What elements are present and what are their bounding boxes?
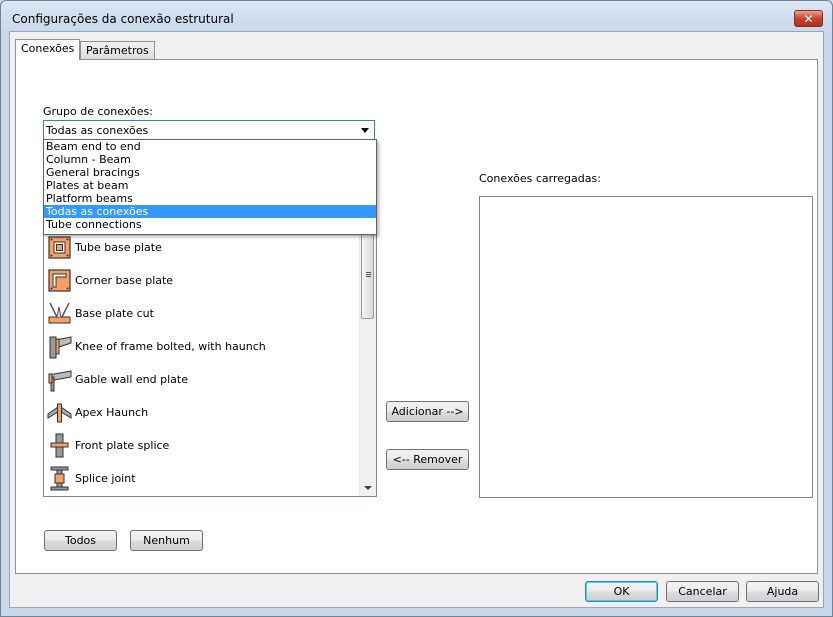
title-bar: Configurações da conexão estrutural ✕: [1, 1, 832, 31]
item-label: Apex Haunch: [75, 406, 149, 419]
connections-panel: Grupo de conexões: Todas as conexões Tub…: [15, 59, 818, 574]
tube-base-plate-icon: [48, 236, 71, 259]
list-item[interactable]: Corner base plate: [47, 268, 357, 294]
dropdown-option[interactable]: Tube connections: [44, 218, 376, 231]
corner-base-plate-icon: [48, 269, 71, 292]
group-combobox[interactable]: Todas as conexões: [43, 120, 375, 140]
dropdown-option[interactable]: Plates at beam: [44, 179, 376, 192]
item-label: Front plate splice: [75, 439, 170, 452]
dropdown-option[interactable]: Beam end to end: [44, 140, 376, 153]
item-label: Base plate cut: [75, 307, 154, 320]
dialog-window: Configurações da conexão estrutural ✕ Co…: [0, 0, 833, 617]
dropdown-option-selected[interactable]: Todas as conexões: [44, 205, 376, 218]
cancel-button[interactable]: Cancelar: [666, 581, 739, 602]
list-item[interactable]: Front plate splice: [47, 433, 357, 459]
window-title: Configurações da conexão estrutural: [12, 12, 234, 26]
knee-of-frame-icon: [49, 336, 72, 359]
item-label: Gable wall end plate: [75, 373, 188, 386]
dialog-client: Conexões Parâmetros Grupo de conexões: T…: [9, 31, 824, 608]
select-all-button[interactable]: Todos: [44, 530, 117, 551]
select-none-button[interactable]: Nenhum: [130, 530, 203, 551]
tab-conexoes[interactable]: Conexões: [15, 39, 81, 60]
list-item[interactable]: Knee of frame bolted, with haunch: [47, 334, 357, 360]
gable-wall-end-plate-icon: [48, 370, 72, 392]
item-label: Splice joint: [75, 472, 136, 485]
base-plate-cut-icon: [48, 302, 71, 324]
loaded-connections-list[interactable]: [479, 196, 813, 498]
ok-button[interactable]: OK: [585, 581, 658, 602]
item-label: Tube base plate: [75, 241, 162, 254]
list-item[interactable]: Base plate cut: [47, 301, 357, 327]
item-label: Corner base plate: [75, 274, 174, 287]
help-button[interactable]: Ajuda: [746, 581, 819, 602]
dropdown-option[interactable]: General bracings: [44, 166, 376, 179]
tab-parametros[interactable]: Parâmetros: [80, 41, 155, 59]
item-label: Knee of frame bolted, with haunch: [75, 340, 266, 353]
dropdown-option[interactable]: Column - Beam: [44, 153, 376, 166]
apex-haunch-icon: [47, 403, 72, 423]
add-button[interactable]: Adicionar -->: [386, 401, 469, 422]
group-dropdown-list[interactable]: Beam end to end Column - Beam General br…: [43, 139, 377, 235]
close-button[interactable]: ✕: [794, 10, 823, 27]
chevron-down-icon[interactable]: [361, 128, 369, 133]
list-item[interactable]: Apex Haunch: [47, 400, 357, 426]
scrollbar-thumb[interactable]: [361, 231, 374, 319]
dropdown-option[interactable]: Platform beams: [44, 192, 376, 205]
list-item[interactable]: Tube base plate: [47, 235, 357, 261]
splice-joint-icon: [50, 466, 69, 491]
list-item[interactable]: Splice joint: [47, 466, 357, 492]
list-item[interactable]: Gable wall end plate: [47, 367, 357, 393]
scroll-down-icon[interactable]: [364, 486, 372, 490]
group-label: Grupo de conexões:: [43, 105, 153, 118]
front-plate-splice-icon: [50, 433, 69, 458]
remove-button[interactable]: <-- Remover: [386, 449, 469, 470]
group-selected-value: Todas as conexões: [46, 124, 149, 137]
loaded-label: Conexões carregadas:: [479, 172, 601, 185]
